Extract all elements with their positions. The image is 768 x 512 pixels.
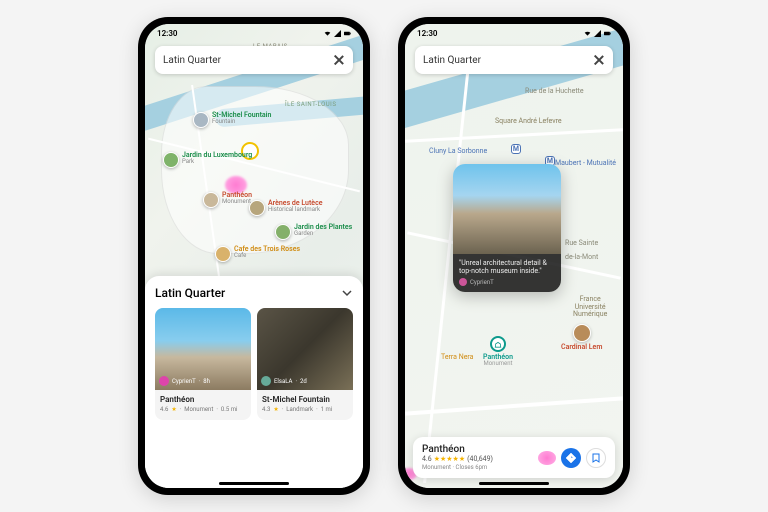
search-bar[interactable]: Latin Quarter	[155, 46, 353, 74]
heat-indicator	[538, 451, 556, 465]
preview-image	[453, 164, 561, 254]
avatar	[459, 278, 467, 286]
poi-cafe[interactable]: Cafe des Trois RosesCafe	[215, 246, 300, 262]
search-text: Latin Quarter	[423, 55, 593, 66]
bottom-sheet[interactable]: Latin Quarter CyprienT·8h Panthéon 4.6★·…	[145, 276, 363, 488]
district-label: ÎLE SAINT-LOUIS	[285, 102, 336, 108]
close-icon[interactable]	[333, 54, 345, 66]
bookmark-button[interactable]	[586, 448, 606, 468]
place-label: FranceUniversitéNumérique	[573, 296, 607, 319]
place-summary-card[interactable]: Panthéon 4.6 ★★★★★ (40,649) Monument · C…	[413, 437, 615, 478]
signal-icon	[594, 30, 601, 37]
place-card[interactable]: CyprienT·8h Panthéon 4.6★·Monument·0.5 m…	[155, 308, 251, 420]
search-text: Latin Quarter	[163, 55, 333, 66]
place-card[interactable]: ElsaLA·2d St-Michel Fountain 4.3★·Landma…	[257, 308, 353, 420]
home-indicator	[479, 482, 549, 485]
poi-plantes[interactable]: Jardin des PlantesGarden	[275, 224, 352, 240]
preview-quote: "Unreal architectural detail & top-notch…	[459, 259, 555, 275]
place-sub: Monument · Closes 6pm	[422, 464, 538, 471]
place-name: Panthéon	[422, 444, 538, 455]
poi-pantheon[interactable]: Panthéon Monument	[483, 336, 513, 368]
preview-author: CyprienT	[470, 279, 494, 286]
phone-left: LE MARAIS ÎLE SAINT-LOUIS St-Michel Foun…	[138, 17, 370, 495]
directions-button[interactable]	[561, 448, 581, 468]
poi-arenes[interactable]: Arènes de LutèceHistorical landmark	[249, 200, 323, 216]
battery-icon	[604, 30, 611, 37]
poi-cardinal[interactable]: Cardinal Lem	[561, 324, 602, 351]
phone-right: Rue de la Huchette Square André Lefevre …	[398, 17, 630, 495]
metro-label: Maubert - Mutualité	[555, 160, 616, 167]
street-label: Rue de la Huchette	[525, 88, 584, 95]
signal-icon	[334, 30, 341, 37]
poi-fountain[interactable]: St-Michel FountainFountain	[193, 112, 271, 128]
poi-pantheon[interactable]: PanthéonMonument	[203, 192, 252, 208]
screen: Rue de la Huchette Square André Lefevre …	[405, 24, 623, 488]
status-time: 12:30	[417, 29, 437, 38]
status-bar: 12:30	[405, 24, 623, 42]
square-label: Square André Lefevre	[495, 118, 562, 125]
wifi-icon	[584, 30, 591, 37]
screen: LE MARAIS ÎLE SAINT-LOUIS St-Michel Foun…	[145, 24, 363, 488]
chevron-down-icon[interactable]	[341, 287, 353, 299]
close-icon[interactable]	[593, 54, 605, 66]
sheet-title: Latin Quarter	[155, 286, 225, 300]
home-indicator	[219, 482, 289, 485]
metro-icon[interactable]: M	[511, 144, 521, 154]
metro-label: Cluny La Sorbonne	[429, 148, 487, 155]
place-label: Terra Nera	[441, 354, 473, 361]
search-bar[interactable]: Latin Quarter	[415, 46, 613, 74]
battery-icon	[344, 30, 351, 37]
preview-card[interactable]: "Unreal architectural detail & top-notch…	[453, 164, 561, 292]
poi-lux[interactable]: Jardin du LuxembourgPark	[163, 152, 252, 168]
status-time: 12:30	[157, 29, 177, 38]
street-label: Rue Sainte	[565, 240, 598, 247]
street-label: de-la-Mont	[565, 254, 598, 261]
status-bar: 12:30	[145, 24, 363, 42]
wifi-icon	[324, 30, 331, 37]
